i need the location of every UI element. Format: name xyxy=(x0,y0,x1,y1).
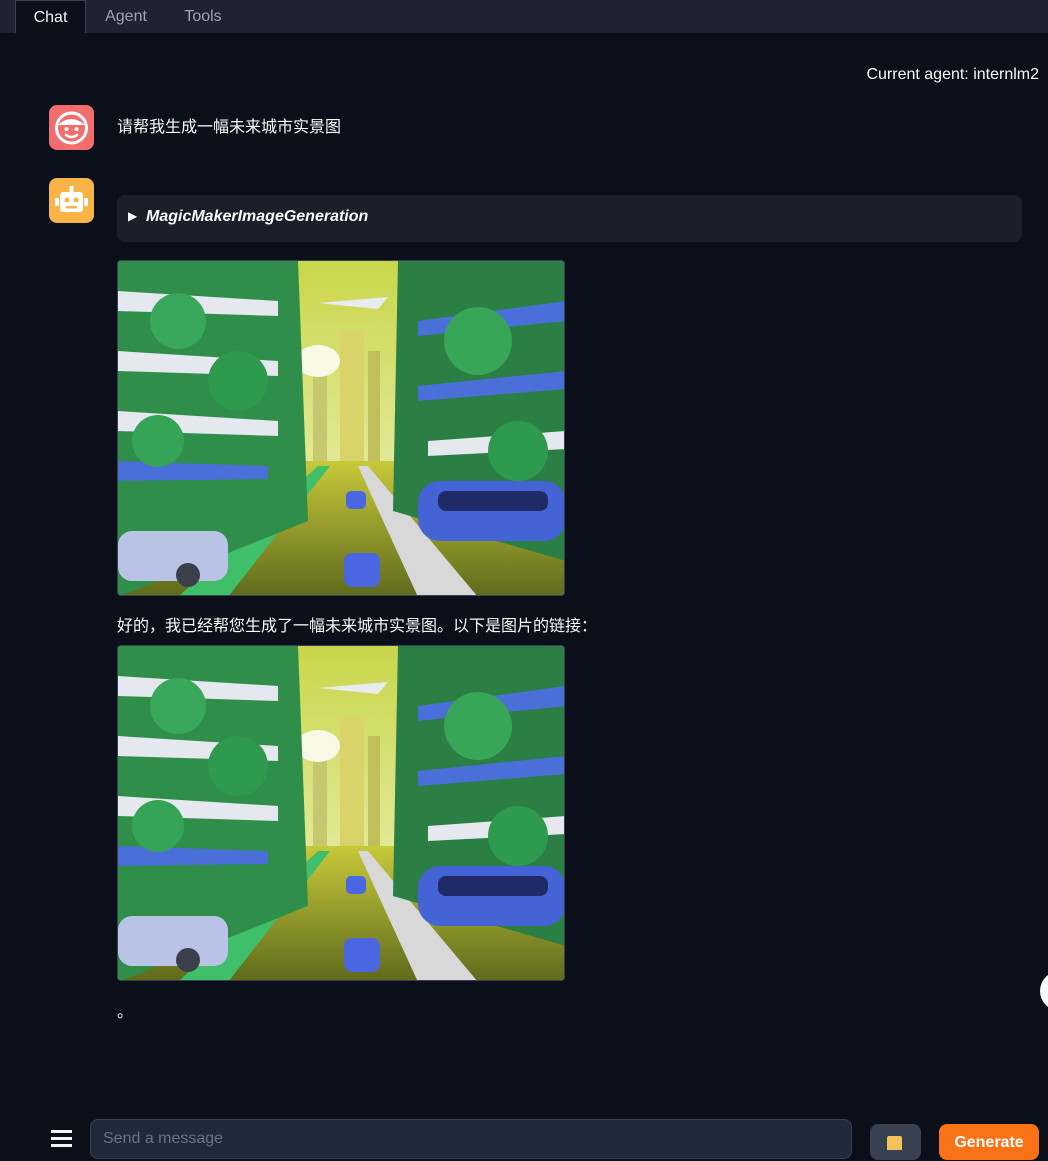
generated-image[interactable] xyxy=(117,260,565,596)
user-message: 请帮我生成一幅未来城市实景图 xyxy=(117,119,342,136)
current-agent-label: Current agent: internlm2 xyxy=(866,66,1039,83)
expand-caret-icon[interactable]: ▶ xyxy=(128,209,137,223)
upload-button[interactable] xyxy=(870,1124,921,1160)
menu-icon[interactable] xyxy=(51,1130,72,1147)
tab-chat[interactable]: Chat xyxy=(15,0,86,33)
tab-agent[interactable]: Agent xyxy=(96,0,156,33)
tab-tools[interactable]: Tools xyxy=(173,0,233,33)
generate-button[interactable]: Generate xyxy=(939,1124,1039,1160)
folder-icon xyxy=(887,1136,902,1150)
trailing-text: 。 xyxy=(117,1004,134,1021)
bot-avatar xyxy=(49,178,94,223)
user-avatar xyxy=(49,105,94,150)
tool-call-details[interactable]: ▶ MagicMakerImageGeneration xyxy=(117,195,1022,242)
generated-image[interactable] xyxy=(117,645,565,981)
scroll-button[interactable] xyxy=(1040,971,1048,1011)
tab-bar: Chat Agent Tools xyxy=(0,0,1048,33)
assistant-reply: 好的，我已经帮您生成了一幅未来城市实景图。以下是图片的链接： xyxy=(117,618,598,635)
user-face-icon xyxy=(55,111,88,145)
tool-name: MagicMakerImageGeneration xyxy=(146,208,369,225)
message-input[interactable] xyxy=(90,1119,852,1159)
robot-icon xyxy=(55,186,88,212)
